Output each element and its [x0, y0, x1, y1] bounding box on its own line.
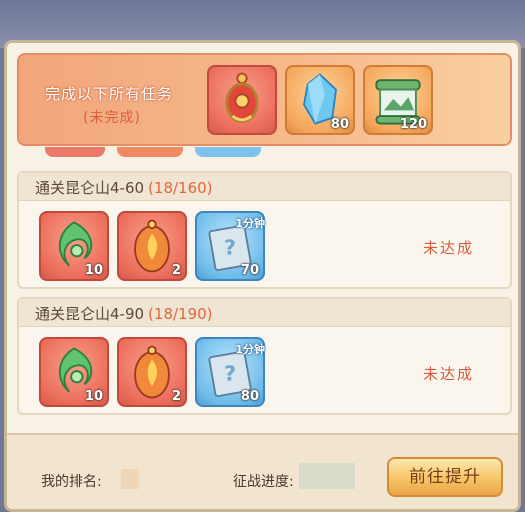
task-status: 未达成 — [422, 365, 474, 383]
rank-value — [121, 469, 139, 489]
svg-text:?: ? — [224, 361, 236, 385]
reward-slot[interactable]: 10 — [39, 211, 109, 281]
reward-slot[interactable]: 10 — [39, 337, 109, 407]
red-medallion-icon — [225, 72, 259, 124]
reward-slot[interactable]: 2 — [117, 337, 187, 407]
task-title: 通关昆仑山4-90 — [35, 305, 145, 323]
task-header: 通关昆仑山4-90 (18/190) — [19, 299, 510, 327]
task-panel: 完成以下所有任务 (未完成) 80 120 通关昆仑山4-60 (18/160)… — [4, 40, 521, 512]
svg-text:?: ? — [224, 235, 236, 259]
footer-bar: 我的排名: 征战进度: 前往提升 — [7, 433, 518, 509]
reward-slot[interactable]: ? 1分钟 80 — [195, 337, 265, 407]
partial-item — [195, 147, 261, 157]
reward-slot[interactable]: ? 1分钟 70 — [195, 211, 265, 281]
reward-slot[interactable]: 120 — [363, 65, 433, 135]
summary-status: (未完成) — [83, 110, 141, 126]
task-card: 通关昆仑山4-60 (18/160) 10 2 ? 1分钟 70 未达成 — [17, 171, 512, 289]
progress-label: 征战进度: — [233, 474, 294, 490]
task-progress: (18/190) — [148, 305, 213, 323]
reward-qty: 2 — [171, 389, 181, 404]
reward-qty: 10 — [84, 389, 103, 404]
rank-label: 我的排名: — [41, 474, 102, 490]
reward-qty: 10 — [84, 263, 103, 278]
partial-item — [117, 147, 183, 157]
reward-slot[interactable] — [207, 65, 277, 135]
all-tasks-summary: 完成以下所有任务 (未完成) 80 120 — [17, 53, 512, 146]
reward-qty: 120 — [399, 117, 427, 132]
reward-qty: 70 — [240, 263, 259, 278]
task-name: 通关昆仑山4-90 (18/190) — [35, 303, 213, 324]
go-improve-button[interactable]: 前往提升 — [387, 457, 503, 497]
partial-item — [45, 147, 105, 157]
reward-slot[interactable]: 80 — [285, 65, 355, 135]
task-status: 未达成 — [422, 239, 474, 257]
task-header: 通关昆仑山4-60 (18/160) — [19, 173, 510, 201]
reward-qty: 80 — [240, 389, 259, 404]
reward-qty: 2 — [171, 263, 181, 278]
reward-slot[interactable]: 2 — [117, 211, 187, 281]
task-name: 通关昆仑山4-60 (18/160) — [35, 177, 213, 198]
summary-title: 完成以下所有任务 — [45, 85, 174, 103]
card-tag: 1分钟 — [235, 217, 265, 230]
card-tag: 1分钟 — [235, 343, 265, 356]
task-card: 通关昆仑山4-90 (18/190) 10 2 ? 1分钟 80 未达成 — [17, 297, 512, 415]
task-title: 通关昆仑山4-60 — [35, 179, 145, 197]
progress-value — [299, 463, 355, 489]
task-progress: (18/160) — [148, 179, 213, 197]
reward-qty: 80 — [330, 117, 349, 132]
